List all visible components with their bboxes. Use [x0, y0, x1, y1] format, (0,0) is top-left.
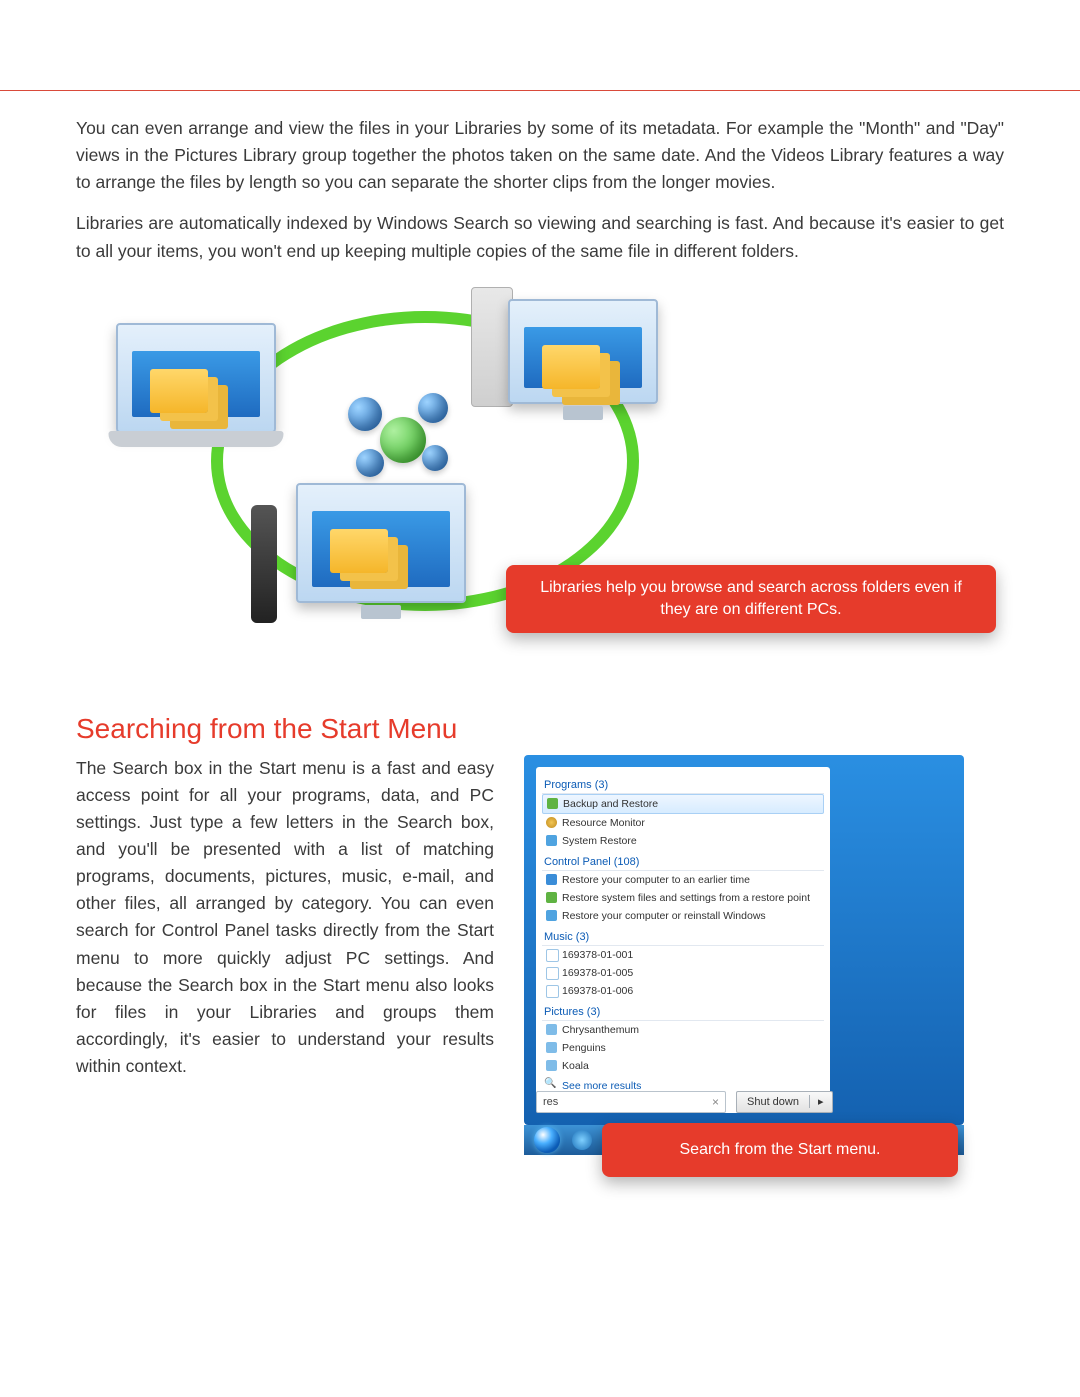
result-category-header: Programs (3): [542, 775, 824, 794]
folder-icons: [524, 327, 642, 388]
folder-icons: [132, 351, 260, 417]
result-item[interactable]: Restore your computer to an earlier time: [542, 871, 824, 889]
libraries-network-figure: Libraries help you browse and search acr…: [76, 293, 1004, 693]
node-icon: [356, 449, 384, 477]
section-body-column: The Search box in the Start menu is a fa…: [76, 755, 494, 1125]
search-value: res: [543, 1096, 558, 1108]
start-menu-results-panel: Programs (3)Backup and RestoreResource M…: [536, 767, 830, 1113]
node-center-icon: [380, 417, 426, 463]
header-rule: [0, 90, 1080, 91]
start-menu-screenshot: Programs (3)Backup and RestoreResource M…: [524, 755, 964, 1125]
node-icon: [348, 397, 382, 431]
section-title: Searching from the Start Menu: [76, 713, 1004, 745]
result-item[interactable]: 169378-01-006: [542, 982, 824, 1000]
result-category-header: Control Panel (108): [542, 852, 824, 871]
node-icon: [422, 445, 448, 471]
shutdown-button[interactable]: Shut down ▸: [736, 1091, 833, 1113]
start-orb-icon[interactable]: [534, 1127, 560, 1153]
monitor-icon-2: [296, 483, 466, 603]
result-category-header: Pictures (3): [542, 1002, 824, 1021]
startmenu-figure-column: Programs (3)Backup and RestoreResource M…: [524, 755, 1004, 1125]
result-category-header: Music (3): [542, 927, 824, 946]
result-item[interactable]: Penguins: [542, 1039, 824, 1057]
desktop-tower-icon: [471, 287, 513, 407]
network-nodes-icon: [346, 393, 456, 483]
result-item[interactable]: Backup and Restore: [542, 794, 824, 814]
monitor-icon-1: [508, 299, 658, 404]
figure-callout: Libraries help you browse and search acr…: [506, 565, 996, 634]
startmenu-callout: Search from the Start menu.: [602, 1123, 958, 1177]
result-item[interactable]: Restore system files and settings from a…: [542, 889, 824, 907]
shutdown-label: Shut down: [737, 1096, 809, 1108]
shutdown-arrow-icon[interactable]: ▸: [809, 1095, 832, 1108]
result-item[interactable]: 169378-01-001: [542, 946, 824, 964]
result-item[interactable]: Chrysanthemum: [542, 1021, 824, 1039]
start-menu-search-input[interactable]: res ×: [536, 1091, 726, 1113]
speaker-tower-icon: [251, 505, 277, 623]
two-column-layout: The Search box in the Start menu is a fa…: [76, 755, 1004, 1125]
intro-paragraph-1: You can even arrange and view the files …: [76, 115, 1004, 196]
clear-search-icon[interactable]: ×: [712, 1095, 719, 1109]
node-icon: [418, 393, 448, 423]
result-item[interactable]: Restore your computer or reinstall Windo…: [542, 907, 824, 925]
result-item[interactable]: 169378-01-005: [542, 964, 824, 982]
laptop-icon: [116, 323, 276, 433]
folder-icons: [312, 511, 450, 587]
intro-paragraph-2: Libraries are automatically indexed by W…: [76, 210, 1004, 264]
section-body: The Search box in the Start menu is a fa…: [76, 755, 494, 1081]
start-menu-footer: res × Shut down ▸: [536, 1091, 952, 1113]
result-item[interactable]: Koala: [542, 1057, 824, 1075]
result-item[interactable]: System Restore: [542, 832, 824, 850]
result-item[interactable]: Resource Monitor: [542, 814, 824, 832]
page-content: You can even arrange and view the files …: [76, 115, 1004, 1125]
ie-icon[interactable]: [572, 1130, 592, 1150]
